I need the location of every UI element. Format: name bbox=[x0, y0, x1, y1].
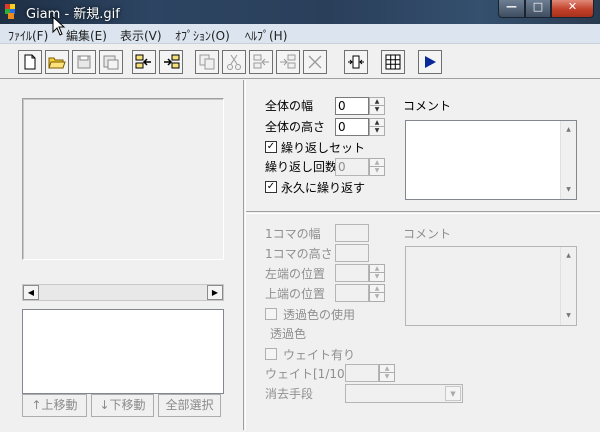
frame-width-label: 1コマの幅 bbox=[265, 227, 321, 241]
window-title: Giam - 新規.gif bbox=[26, 7, 120, 22]
open-folder-icon bbox=[48, 57, 66, 69]
frame-width-input[interactable] bbox=[335, 224, 369, 242]
close-button[interactable]: ✕ bbox=[551, 0, 594, 18]
frame-top-spinner[interactable]: ▲ ▼ bbox=[369, 284, 385, 302]
loop-forever-label: 永久に繰り返す bbox=[281, 181, 366, 195]
frame-left-spinner[interactable]: ▲ ▼ bbox=[369, 264, 385, 282]
menu-help[interactable]: ﾍﾙﾌﾟ(H) bbox=[245, 27, 287, 44]
save-icon bbox=[77, 55, 91, 69]
scroll-left-arrow[interactable]: ◀ bbox=[23, 285, 39, 300]
global-width-input[interactable]: 0 bbox=[335, 97, 369, 115]
maximize-button[interactable]: □ bbox=[525, 0, 551, 18]
copy-icon bbox=[199, 54, 215, 70]
global-height-input[interactable]: 0 bbox=[335, 118, 369, 136]
wait-input[interactable] bbox=[345, 364, 379, 382]
new-file-button[interactable] bbox=[18, 50, 42, 74]
global-height-spinner[interactable]: ▲ ▼ bbox=[369, 118, 385, 136]
frame-left-label: 左端の位置 bbox=[265, 267, 326, 281]
image-preview bbox=[22, 98, 224, 260]
frame-scrollbar[interactable]: ◀ ▶ bbox=[22, 284, 224, 301]
menu-view[interactable]: 表示(V) bbox=[120, 27, 162, 44]
insert-frame-button[interactable] bbox=[132, 50, 156, 74]
chevron-down-icon: ▼ bbox=[445, 386, 461, 401]
global-width-label: 全体の幅 bbox=[265, 99, 314, 113]
global-height-label: 全体の高さ bbox=[265, 120, 326, 134]
move-down-button[interactable]: ↓下移動 bbox=[91, 394, 154, 417]
wait-enable-label: ウェイト有り bbox=[283, 348, 356, 362]
fit-button[interactable] bbox=[344, 50, 368, 74]
paste-after-icon bbox=[280, 54, 296, 69]
vertical-splitter[interactable] bbox=[243, 80, 246, 430]
frame-comment-label: コメント bbox=[403, 227, 452, 241]
frame-top-input[interactable] bbox=[335, 284, 369, 302]
menu-options[interactable]: ｵﾌﾟｼｮﾝ(O) bbox=[175, 27, 230, 44]
transparent-use-label: 透過色の使用 bbox=[283, 308, 356, 322]
cut-icon bbox=[227, 54, 241, 70]
wait-enable-checkbox[interactable] bbox=[265, 348, 277, 360]
frame-comment-textbox[interactable]: ▲ ▼ bbox=[405, 246, 577, 326]
delete-button[interactable] bbox=[303, 50, 327, 74]
fit-icon bbox=[348, 55, 364, 69]
frame-list[interactable] bbox=[22, 309, 224, 394]
global-width-spinner[interactable]: ▲ ▼ bbox=[369, 97, 385, 115]
frame-height-label: 1コマの高さ bbox=[265, 247, 333, 261]
global-comment-label: コメント bbox=[403, 99, 452, 113]
grid-button[interactable] bbox=[381, 50, 405, 74]
dispose-label: 消去手段 bbox=[265, 387, 314, 401]
grid-icon bbox=[385, 54, 401, 70]
paste-button[interactable] bbox=[249, 50, 273, 74]
delete-icon bbox=[308, 55, 322, 69]
move-up-button[interactable]: ↑上移動 bbox=[22, 394, 87, 417]
copy-button[interactable] bbox=[195, 50, 219, 74]
play-icon bbox=[425, 56, 436, 68]
transparent-color-label: 透過色 bbox=[270, 327, 307, 341]
save-as-button[interactable] bbox=[99, 50, 123, 74]
global-comment-textbox[interactable]: ▲ ▼ bbox=[405, 120, 577, 200]
app-window: Giam - 新規.gif — □ ✕ ﾌｧｲﾙ(F) 編集(E) 表示(V) … bbox=[0, 0, 600, 432]
play-button[interactable] bbox=[418, 50, 442, 74]
save-button[interactable] bbox=[72, 50, 96, 74]
menu-file[interactable]: ﾌｧｲﾙ(F) bbox=[8, 27, 48, 44]
loop-set-checkbox[interactable]: ✓ bbox=[265, 141, 277, 153]
global-comment-scrollbar[interactable]: ▲ ▼ bbox=[560, 121, 576, 199]
loop-set-label: 繰り返しセット bbox=[281, 141, 366, 155]
dispose-select[interactable]: ▼ bbox=[345, 384, 463, 403]
transparent-use-checkbox[interactable] bbox=[265, 308, 277, 320]
new-file-icon bbox=[24, 54, 36, 70]
frame-top-label: 上端の位置 bbox=[265, 287, 326, 301]
horizontal-splitter[interactable] bbox=[246, 211, 600, 214]
loop-count-label: 繰り返し回数 bbox=[265, 160, 338, 174]
minimize-button[interactable]: — bbox=[498, 0, 525, 18]
insert-frame-after-icon bbox=[164, 54, 180, 69]
toolbar bbox=[0, 45, 600, 79]
loop-forever-checkbox[interactable]: ✓ bbox=[265, 181, 277, 193]
insert-frame-after-button[interactable] bbox=[159, 50, 183, 74]
menu-edit[interactable]: 編集(E) bbox=[66, 27, 107, 44]
save-as-icon bbox=[103, 55, 119, 70]
open-button[interactable] bbox=[45, 50, 69, 74]
paste-after-button[interactable] bbox=[276, 50, 300, 74]
frame-comment-scrollbar[interactable]: ▲ ▼ bbox=[560, 247, 576, 325]
menu-bar: ﾌｧｲﾙ(F) 編集(E) 表示(V) ｵﾌﾟｼｮﾝ(O) ﾍﾙﾌﾟ(H) bbox=[0, 24, 600, 44]
loop-count-input[interactable]: 0 bbox=[335, 158, 369, 176]
cut-button[interactable] bbox=[222, 50, 246, 74]
insert-frame-icon bbox=[135, 54, 151, 69]
paste-icon bbox=[253, 54, 269, 69]
loop-count-spinner[interactable]: ▲ ▼ bbox=[369, 158, 385, 176]
frame-height-input[interactable] bbox=[335, 244, 369, 262]
mouse-cursor-icon bbox=[52, 16, 66, 36]
title-bar[interactable]: Giam - 新規.gif — □ ✕ bbox=[0, 0, 600, 24]
scroll-right-arrow[interactable]: ▶ bbox=[207, 285, 223, 300]
frame-left-input[interactable] bbox=[335, 264, 369, 282]
wait-spinner[interactable]: ▲ ▼ bbox=[379, 364, 395, 382]
select-all-button[interactable]: 全部選択 bbox=[158, 394, 221, 417]
app-icon bbox=[5, 4, 15, 19]
